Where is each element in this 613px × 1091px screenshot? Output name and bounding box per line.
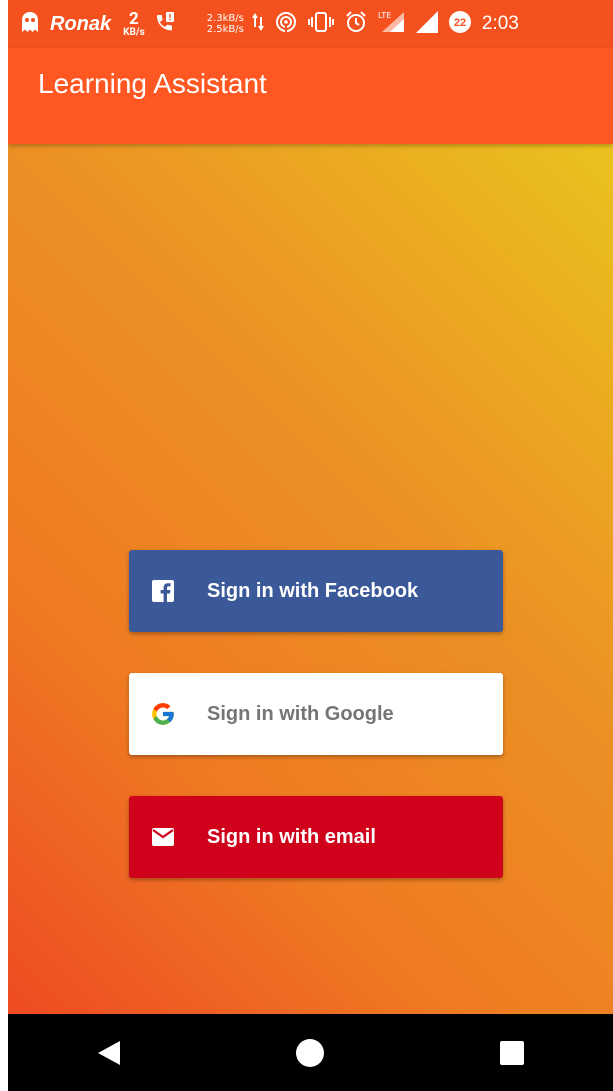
- google-signin-label: Sign in with Google: [207, 702, 394, 725]
- recents-icon: [500, 1040, 525, 1065]
- carrier-name: Ronak: [50, 12, 112, 35]
- email-icon: [149, 823, 177, 851]
- alarm-icon: [344, 10, 368, 38]
- facebook-signin-button[interactable]: Sign in with Facebook: [129, 550, 503, 632]
- svg-text:22: 22: [454, 17, 466, 29]
- vibrate-icon: [307, 11, 334, 37]
- app-title: Learning Assistant: [38, 68, 267, 99]
- google-icon: [149, 700, 177, 728]
- screen: Ronak 2 KB/s 2.3kB/s 2.5kB/s LTE 22 2:03…: [8, 0, 613, 1091]
- svg-text:LTE: LTE: [378, 11, 391, 20]
- signal-icon: [415, 11, 438, 37]
- home-icon: [296, 1038, 325, 1067]
- facebook-icon: [149, 577, 177, 605]
- clock: 2:03: [481, 13, 519, 34]
- lte-signal-icon: LTE: [378, 10, 406, 38]
- hotspot-icon: [274, 10, 298, 38]
- email-signin-label: Sign in with email: [207, 825, 376, 848]
- back-button[interactable]: [79, 1023, 139, 1083]
- home-button[interactable]: [280, 1023, 340, 1083]
- data-speed: 2.3kB/s 2.5kB/s: [206, 13, 244, 35]
- network-rate: 2 KB/s: [123, 8, 145, 38]
- main-content: Sign in with Facebook Sign in with Googl…: [8, 144, 613, 1014]
- ghost-icon: [18, 10, 42, 38]
- notification-badge: 22: [448, 10, 472, 38]
- data-arrows-icon: [251, 11, 264, 37]
- navigation-bar: [8, 1014, 613, 1091]
- facebook-signin-label: Sign in with Facebook: [207, 579, 419, 602]
- google-signin-button[interactable]: Sign in with Google: [129, 673, 503, 755]
- app-bar: Learning Assistant: [8, 48, 613, 144]
- status-bar: Ronak 2 KB/s 2.3kB/s 2.5kB/s LTE 22 2:03: [8, 0, 613, 48]
- call-alert-icon: [153, 10, 177, 38]
- email-signin-button[interactable]: Sign in with email: [129, 796, 503, 878]
- back-icon: [97, 1040, 120, 1065]
- recents-button[interactable]: [482, 1023, 542, 1083]
